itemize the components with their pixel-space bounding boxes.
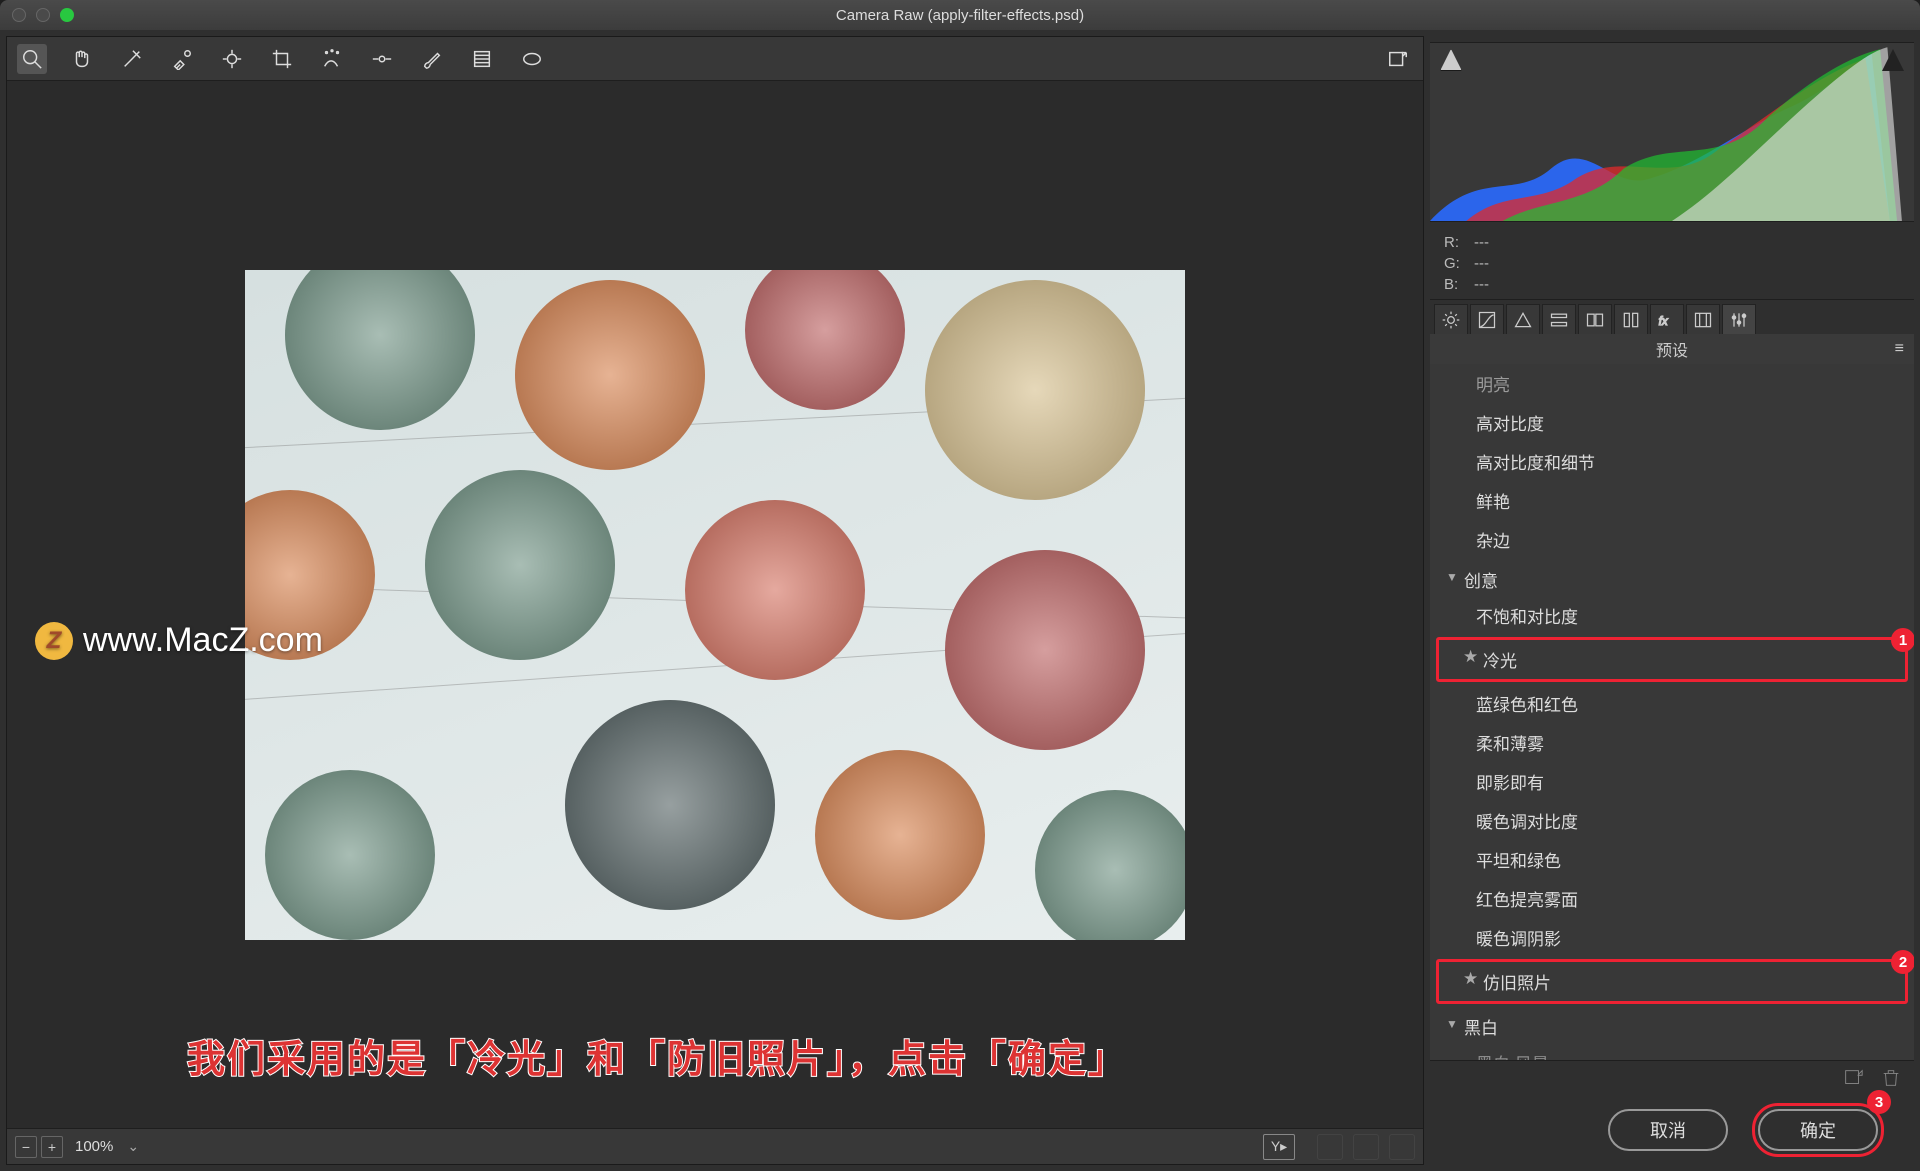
zoom-level[interactable]: 100% <box>75 1138 113 1155</box>
panel-tabs: fx <box>1430 299 1914 334</box>
tab-curve-icon[interactable] <box>1470 304 1504 334</box>
titlebar: Camera Raw (apply-filter-effects.psd) <box>0 0 1920 30</box>
before-after-toggle[interactable]: Y▸ <box>1263 1134 1295 1160</box>
editor-pane: Z www.MacZ.com 我们采用的是「冷光」和「防旧照片」，点击「确定」 … <box>6 36 1424 1165</box>
new-preset-icon[interactable] <box>1842 1067 1864 1089</box>
copy-settings-icon[interactable] <box>1353 1134 1379 1160</box>
histogram[interactable] <box>1430 42 1914 222</box>
panel-menu-icon[interactable]: ≡ <box>1895 340 1904 358</box>
annotation-overlay: 我们采用的是「冷光」和「防旧照片」，点击「确定」 <box>187 1028 1128 1083</box>
watermark-text: www.MacZ.com <box>83 621 323 660</box>
spot-removal-tool[interactable] <box>317 44 347 74</box>
preset-item[interactable]: 蓝绿色和红色 <box>1440 684 1904 723</box>
zoom-in-button[interactable]: + <box>41 1136 63 1158</box>
watermark-badge: Z <box>35 622 73 660</box>
crop-tool[interactable] <box>267 44 297 74</box>
filmstrip-controls <box>1317 1134 1415 1160</box>
bottom-bar: − + 100% ⌄ Y▸ <box>7 1128 1423 1164</box>
preset-aged-photo[interactable]: 仿旧照片 <box>1439 962 1905 1001</box>
tab-fx-icon[interactable]: fx <box>1650 304 1684 334</box>
delete-preset-icon[interactable] <box>1880 1067 1902 1089</box>
zoom-window[interactable] <box>60 8 74 22</box>
dialog-buttons: 取消 确定 3 <box>1430 1095 1914 1165</box>
brush-tool[interactable] <box>417 44 447 74</box>
preset-item[interactable]: 黑白 风景 <box>1440 1043 1904 1061</box>
tab-split-icon[interactable] <box>1578 304 1612 334</box>
preset-item[interactable]: 暖色调阴影 <box>1440 918 1904 957</box>
tab-basic-icon[interactable] <box>1434 304 1468 334</box>
panel-footer <box>1430 1061 1914 1095</box>
targeted-adjust-tool[interactable] <box>217 44 247 74</box>
preset-item[interactable]: 明亮 <box>1440 364 1904 403</box>
preset-item[interactable]: 高对比度 <box>1440 403 1904 442</box>
top-toolbar <box>7 37 1423 81</box>
sliders-icon[interactable] <box>1389 1134 1415 1160</box>
zoom-tool[interactable] <box>17 44 47 74</box>
alignment-tool[interactable] <box>367 44 397 74</box>
zoom-out-button[interactable]: − <box>15 1136 37 1158</box>
preset-item[interactable]: 杂边 <box>1440 520 1904 559</box>
gradient-tool[interactable] <box>467 44 497 74</box>
preset-item[interactable]: 平坦和绿色 <box>1440 840 1904 879</box>
window-title: Camera Raw (apply-filter-effects.psd) <box>0 7 1920 24</box>
ok-button[interactable]: 确定 <box>1758 1109 1878 1151</box>
cancel-button[interactable]: 取消 <box>1608 1109 1728 1151</box>
tab-presets-icon[interactable] <box>1722 304 1756 334</box>
tab-hsl-icon[interactable] <box>1542 304 1576 334</box>
preset-item[interactable]: 不饱和对比度 <box>1440 596 1904 635</box>
callout-1: 1 <box>1891 628 1914 652</box>
preset-item[interactable]: 即影即有 <box>1440 762 1904 801</box>
white-balance-tool[interactable] <box>117 44 147 74</box>
hand-tool[interactable] <box>67 44 97 74</box>
preset-group-creative[interactable]: 创意 <box>1440 559 1904 596</box>
tab-calibration-icon[interactable] <box>1686 304 1720 334</box>
preset-group-bw[interactable]: 黑白 <box>1440 1006 1904 1043</box>
window-controls <box>12 8 74 22</box>
panel-title-bar: 预设 ≡ <box>1430 334 1914 364</box>
preset-item[interactable]: 鲜艳 <box>1440 481 1904 520</box>
callout-3: 3 <box>1867 1090 1891 1114</box>
preset-list[interactable]: 明亮 高对比度 高对比度和细节 鲜艳 杂边 创意 不饱和对比度 冷光 1 蓝绿色… <box>1430 364 1914 1061</box>
radial-tool[interactable] <box>517 44 547 74</box>
svg-text:fx: fx <box>1659 315 1669 328</box>
close-window[interactable] <box>12 8 26 22</box>
preview-image <box>245 270 1185 940</box>
preset-cold-light[interactable]: 冷光 <box>1439 640 1905 679</box>
callout-2: 2 <box>1891 950 1914 974</box>
swap-icon[interactable] <box>1317 1134 1343 1160</box>
panel-title: 预设 <box>1656 337 1688 361</box>
tab-detail-icon[interactable] <box>1506 304 1540 334</box>
minimize-window[interactable] <box>36 8 50 22</box>
color-sampler-tool[interactable] <box>167 44 197 74</box>
preset-item[interactable]: 柔和薄雾 <box>1440 723 1904 762</box>
export-icon[interactable] <box>1383 44 1413 74</box>
zoom-dropdown-icon[interactable]: ⌄ <box>127 1138 139 1155</box>
preset-item[interactable]: 高对比度和细节 <box>1440 442 1904 481</box>
right-panel: R:--- G:--- B:--- fx 预设 ≡ 明亮 高对比度 高对比度和细… <box>1430 36 1914 1165</box>
rgb-readout: R:--- G:--- B:--- <box>1430 228 1914 299</box>
watermark: Z www.MacZ.com <box>35 621 323 660</box>
preset-item[interactable]: 暖色调对比度 <box>1440 801 1904 840</box>
image-canvas[interactable]: Z www.MacZ.com 我们采用的是「冷光」和「防旧照片」，点击「确定」 <box>7 81 1423 1128</box>
tab-lens-icon[interactable] <box>1614 304 1648 334</box>
preset-item[interactable]: 红色提亮雾面 <box>1440 879 1904 918</box>
